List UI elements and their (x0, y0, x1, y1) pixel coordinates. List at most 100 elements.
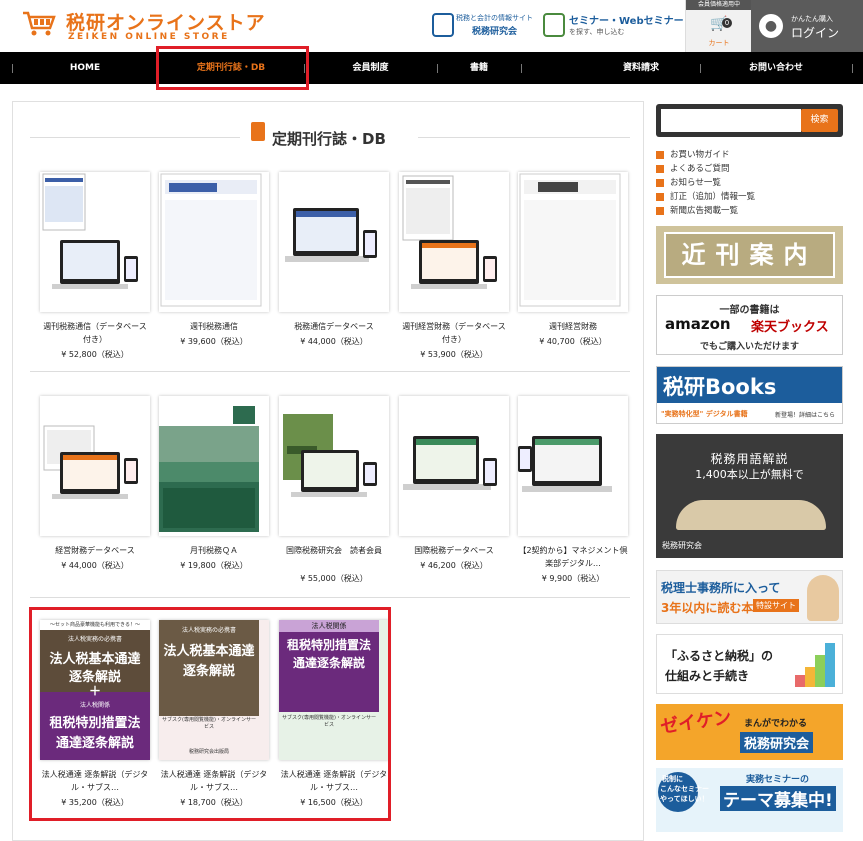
product-price: ¥ 52,800（税込） (61, 350, 129, 359)
product-card[interactable]: 【2契約から】マネジメント倶楽部デジタル… ¥ 9,900（税込） (518, 396, 628, 596)
product-name[interactable]: 国際税務データベース (399, 544, 509, 557)
cart-button[interactable]: 会員価格適用中 🛒 0 カート (685, 0, 752, 52)
glossary-title: 税務用語解説 (710, 452, 789, 466)
product-cover-image (42, 173, 138, 289)
product-card[interactable]: 週刊税務通信 ¥ 39,600（税込） (159, 172, 269, 372)
product-card[interactable]: 週刊経営財務 ¥ 40,700（税込） (518, 172, 628, 372)
nav-home[interactable]: HOME (12, 52, 158, 84)
product-image[interactable] (279, 172, 389, 312)
product-image[interactable] (279, 396, 389, 536)
highlight-box-books (29, 607, 391, 821)
seminar-link-tagline: を探す、申し込む (569, 28, 625, 36)
product-name[interactable]: 週刊税務通信（データベース付き） (40, 320, 150, 346)
highlight-box-nav (156, 46, 309, 90)
nav-contact[interactable]: お問い合わせ (700, 52, 852, 84)
globe-icon (432, 13, 454, 37)
banner-manga[interactable]: ゼイケン まんがでわかる 税務研究会 (656, 704, 843, 760)
nav-books[interactable]: 書籍 (437, 52, 521, 84)
product-name[interactable]: 月刊税務ＱＡ (159, 544, 269, 557)
product-price: ¥ 55,000（税込） (300, 574, 368, 583)
link-shopping-guide[interactable]: お買い物ガイド (656, 148, 843, 162)
product-card[interactable]: 国際税務データベース ¥ 46,200（税込） (399, 396, 509, 596)
product-name[interactable]: 経営財務データベース (40, 544, 150, 557)
product-price: ¥ 19,800（税込） (180, 561, 248, 570)
product-price: ¥ 46,200（税込） (420, 561, 488, 570)
product-image[interactable] (40, 396, 150, 536)
nav-membership[interactable]: 会員制度 (304, 52, 437, 84)
product-cover-image (403, 436, 497, 490)
section-title-line-left (30, 137, 240, 138)
product-image[interactable] (40, 172, 150, 312)
login-button[interactable]: ● かんたん購入 ログイン (751, 0, 863, 52)
rakuten-logo: 楽天ブックス (751, 320, 829, 335)
sidebar-links: お買い物ガイド よくあるご質問 お知らせ一覧 訂正（追加）情報一覧 新聞広告掲載… (656, 148, 843, 218)
product-card[interactable]: 週刊税務通信（データベース付き） ¥ 52,800（税込） (40, 172, 150, 372)
seminar-link-title: セミナー・Webセミナー (569, 16, 684, 27)
amazon-logo: amazon (665, 315, 731, 333)
seminar-bubble2: こんなセミナー (660, 785, 709, 793)
product-card[interactable]: 国際税務研究会 読者会員 ¥ 55,000（税込） (279, 396, 389, 596)
banner-furusato[interactable]: 「ふるさと納税」の 仕組みと手続き (656, 634, 843, 694)
search-button[interactable]: 検索 (801, 109, 838, 132)
product-price: ¥ 53,900（税込） (420, 350, 488, 359)
search-input[interactable] (661, 109, 801, 132)
login-label: ログイン (791, 26, 840, 40)
product-image[interactable] (159, 172, 269, 312)
product-name[interactable]: 週刊税務通信 (159, 320, 269, 333)
banner-zeiken-books[interactable]: 税研Books "実務特化型" デジタル書籍 新登場！詳細はこちら (656, 366, 843, 424)
banner-seminar-themes[interactable]: 税制に こんなセミナー やってほしい！ 実務セミナーの テーマ募集中! (656, 768, 843, 832)
banner-tax-glossary[interactable]: 税務用語解説 1,400本以上が無料で 税務研究会 (656, 434, 843, 558)
product-cover-image (159, 400, 259, 532)
furusato-line1: 「ふるさと納税」の (665, 649, 774, 663)
product-name[interactable]: 税務通信データベース (279, 320, 389, 333)
seminar-icon (543, 13, 565, 37)
glossary-subtitle: 1,400本以上が無料で (695, 468, 804, 481)
product-cover-image (519, 173, 621, 307)
banner-amazon-rakuten[interactable]: 一部の書籍は amazon 楽天ブックス でもご購入いただけます (656, 295, 843, 355)
product-cover-image (283, 414, 377, 497)
zeiken-books-tagline: "実務特化型" デジタル書籍 (661, 410, 748, 418)
product-card[interactable]: 税務通信データベース ¥ 44,000（税込） (279, 172, 389, 372)
main-nav: HOME 定期刊行誌・DB 会員制度 書籍 資料請求 お問い合わせ (0, 52, 863, 84)
link-corrections[interactable]: 訂正（追加）情報一覧 (656, 190, 843, 204)
zeiken-books-new: 新登場！詳細はこちら (775, 412, 836, 419)
product-name[interactable]: 週刊経営財務 (518, 320, 628, 333)
cart-logo-icon (23, 11, 56, 36)
product-cover-image (518, 436, 612, 492)
nav-divider (852, 64, 853, 73)
product-card[interactable]: 週刊経営財務（データベース付き） ¥ 53,900（税込） (399, 172, 509, 372)
member-price-badge: 会員価格適用中 (686, 0, 752, 10)
product-image[interactable] (399, 172, 509, 312)
product-image[interactable] (518, 172, 628, 312)
product-name[interactable]: 【2契約から】マネジメント倶楽部デジタル… (518, 544, 628, 570)
furusato-graph-icon (795, 643, 835, 687)
row-divider (30, 371, 630, 372)
product-image[interactable] (159, 396, 269, 536)
product-card[interactable]: 経営財務データベース ¥ 44,000（税込） (40, 396, 150, 596)
seminar-bubble1: 税制に (662, 775, 683, 783)
seminar-link[interactable]: セミナー・Webセミナー を探す、申し込む (543, 11, 684, 41)
banner-upcoming-releases[interactable]: 近刊案内 (656, 226, 843, 284)
search-bar: ⚲ 検索 (656, 104, 843, 137)
cart-label: カート (708, 39, 730, 47)
product-price: ¥ 9,900（税込） (541, 574, 605, 583)
link-newspaper-ads[interactable]: 新聞広告掲載一覧 (656, 204, 843, 218)
banner-upcoming-title: 近刊案内 (664, 232, 835, 278)
character-illustration (807, 575, 839, 621)
manga-line2: 税務研究会 (740, 732, 814, 753)
zeiken-link[interactable]: 税務と会計の情報サイト 税務研究会 (432, 11, 540, 41)
product-price: ¥ 39,600（税込） (180, 337, 248, 346)
header: 税研オンラインストア ZEIKEN ONLINE STORE 税務と会計の情報サ… (0, 0, 863, 52)
product-name[interactable]: 週刊経営財務（データベース付き） (399, 320, 509, 346)
banner-tax-office-books[interactable]: 税理士事務所に入って 3年以内に読む本 特設サイト (656, 570, 843, 624)
product-name[interactable]: 国際税務研究会 読者会員 (279, 544, 389, 557)
link-news[interactable]: お知らせ一覧 (656, 176, 843, 190)
product-card[interactable]: 月刊税務ＱＡ ¥ 19,800（税込） (159, 396, 269, 596)
product-image[interactable] (518, 396, 628, 536)
product-price: ¥ 40,700（税込） (539, 337, 607, 346)
banner-amazon-line2: でもご購入いただけます (699, 342, 799, 352)
link-faq[interactable]: よくあるご質問 (656, 162, 843, 176)
product-image[interactable] (399, 396, 509, 536)
section-title: 定期刊行誌・DB (272, 130, 386, 148)
product-price: ¥ 44,000（税込） (61, 561, 129, 570)
